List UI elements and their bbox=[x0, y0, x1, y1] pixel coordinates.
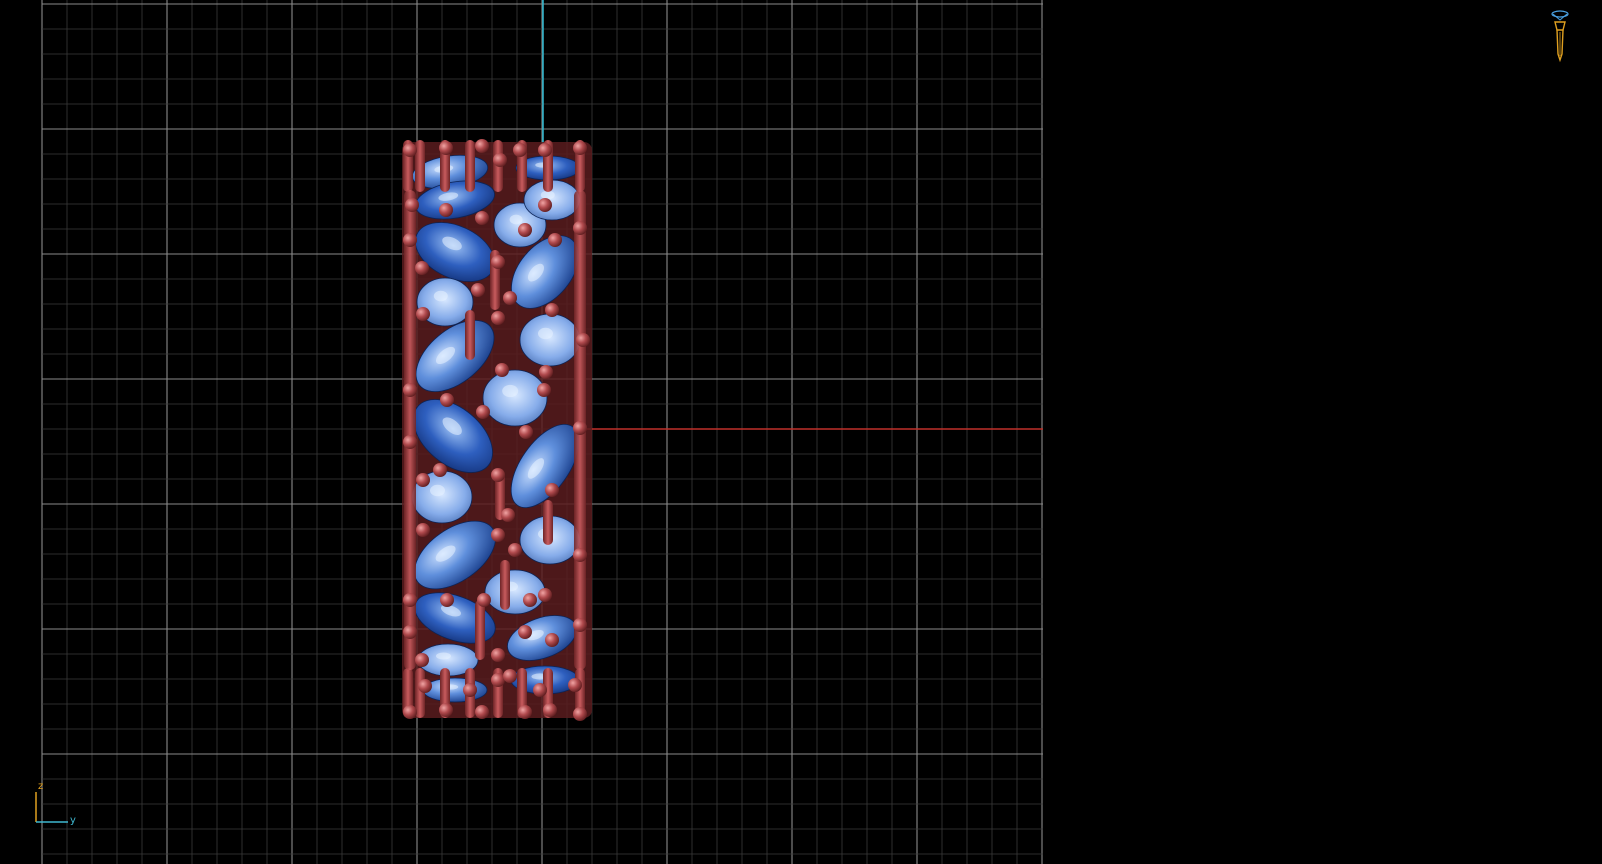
prong-bead bbox=[519, 425, 533, 439]
axis-orientation-gizmo: z y bbox=[30, 782, 80, 826]
prong-bead bbox=[573, 221, 587, 235]
prong-bead bbox=[545, 633, 559, 647]
scene-canvas[interactable] bbox=[0, 0, 1602, 864]
prong-bead bbox=[513, 143, 527, 157]
gizmo-y-label: y bbox=[70, 815, 76, 826]
gem-stone bbox=[519, 313, 581, 367]
prong-bead bbox=[539, 365, 553, 379]
prong-bead bbox=[533, 683, 547, 697]
prong-bead bbox=[475, 211, 489, 225]
gem-highlight bbox=[430, 484, 445, 497]
prong-bead bbox=[503, 669, 517, 683]
prong-bead bbox=[415, 261, 429, 275]
prong-bead bbox=[503, 291, 517, 305]
prong-bead bbox=[493, 153, 507, 167]
prong-bead bbox=[416, 523, 430, 537]
prong-bead bbox=[405, 198, 419, 212]
prong-bead bbox=[471, 283, 485, 297]
prong-bead bbox=[491, 673, 505, 687]
prong-bead bbox=[545, 303, 559, 317]
prong-bead bbox=[403, 233, 417, 247]
gem-stone bbox=[482, 369, 548, 427]
gem-highlight bbox=[436, 652, 451, 660]
prong-bead bbox=[538, 198, 552, 212]
gem-highlight bbox=[538, 327, 553, 340]
gem-stone bbox=[422, 677, 488, 703]
gem-stone bbox=[484, 569, 546, 615]
prong-bead bbox=[440, 593, 454, 607]
prong-bead bbox=[418, 679, 432, 693]
prong-bead bbox=[576, 333, 590, 347]
prong-post bbox=[500, 560, 510, 610]
prong-bead bbox=[573, 548, 587, 562]
prong-post bbox=[465, 140, 475, 192]
prong-bead bbox=[491, 468, 505, 482]
prong-bead bbox=[518, 705, 532, 719]
render-brush-icon-graphic bbox=[1551, 10, 1569, 63]
prong-bead bbox=[476, 405, 490, 419]
prong-bead bbox=[518, 223, 532, 237]
prong-bead bbox=[491, 528, 505, 542]
gem-highlight bbox=[433, 290, 448, 302]
prong-bead bbox=[523, 593, 537, 607]
prong-bead bbox=[518, 625, 532, 639]
prong-bead bbox=[501, 508, 515, 522]
prong-bead bbox=[538, 588, 552, 602]
prong-bead bbox=[573, 421, 587, 435]
prong-bead bbox=[543, 703, 557, 717]
prong-bead bbox=[548, 233, 562, 247]
prong-bead bbox=[439, 203, 453, 217]
prong-bead bbox=[573, 141, 587, 155]
prong-bead bbox=[403, 435, 417, 449]
prong-bead bbox=[439, 141, 453, 155]
prong-bead bbox=[463, 683, 477, 697]
prong-bead bbox=[491, 648, 505, 662]
gizmo-z-label: z bbox=[38, 781, 44, 792]
prong-bead bbox=[403, 625, 417, 639]
prong-bead bbox=[416, 473, 430, 487]
prong-bead bbox=[545, 483, 559, 497]
gem-highlight bbox=[509, 214, 523, 225]
prong-bead bbox=[568, 678, 582, 692]
prong-bead bbox=[491, 255, 505, 269]
prong-bead bbox=[433, 463, 447, 477]
prong-bead bbox=[403, 705, 417, 719]
prong-bead bbox=[573, 618, 587, 632]
prong-post bbox=[465, 310, 475, 360]
prong-bead bbox=[415, 653, 429, 667]
prong-post bbox=[475, 600, 485, 660]
prong-bead bbox=[491, 311, 505, 325]
prong-bead bbox=[416, 307, 430, 321]
prong-post bbox=[543, 500, 553, 545]
gem-highlight bbox=[502, 384, 519, 398]
prong-bead bbox=[403, 593, 417, 607]
3d-viewport[interactable]: z y bbox=[0, 0, 1602, 864]
prong-bead bbox=[440, 393, 454, 407]
prong-bead bbox=[538, 143, 552, 157]
prong-bead bbox=[403, 383, 417, 397]
prong-bead bbox=[573, 707, 587, 721]
prong-bead bbox=[439, 703, 453, 717]
prong-bead bbox=[477, 593, 491, 607]
prong-bead bbox=[475, 705, 489, 719]
prong-bead bbox=[495, 363, 509, 377]
prong-bead bbox=[537, 383, 551, 397]
prong-bead bbox=[403, 143, 417, 157]
prong-bead bbox=[475, 139, 489, 153]
render-brush-icon[interactable] bbox=[1548, 8, 1572, 64]
prong-bead bbox=[508, 543, 522, 557]
